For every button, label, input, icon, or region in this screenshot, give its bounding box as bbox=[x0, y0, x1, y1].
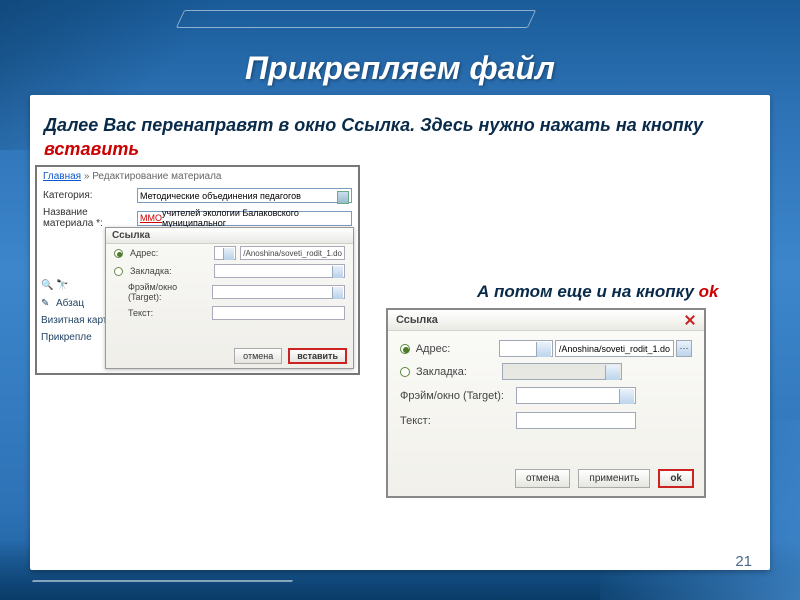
address-protocol-select[interactable] bbox=[214, 246, 236, 260]
instruction2-highlight: ok bbox=[699, 282, 719, 301]
breadcrumb-tail: Редактирование материала bbox=[92, 171, 221, 182]
material-name-tail: учителей экологии Балаковского муниципал… bbox=[162, 208, 349, 228]
paragraph-tool[interactable]: ✎ Абзац bbox=[41, 297, 107, 309]
binoculars-icon: 🔭 bbox=[56, 279, 68, 291]
address-row-large: Адрес: /Anoshina/soveti_rodit_1.do ⋯ bbox=[400, 337, 692, 360]
attach-label: Прикрепле bbox=[41, 332, 107, 343]
chevron-down-icon bbox=[540, 347, 548, 352]
chevron-down-icon bbox=[335, 291, 341, 295]
text-label-large: Текст: bbox=[400, 415, 510, 427]
chevron-down-icon bbox=[226, 252, 232, 256]
address-label: Адрес: bbox=[130, 248, 210, 258]
breadcrumb-home-link[interactable]: Главная bbox=[43, 171, 81, 182]
apply-button[interactable]: применить bbox=[578, 469, 650, 488]
bg-accent-top-bar bbox=[180, 0, 800, 40]
instruction-prefix: Далее Вас перенаправят в окно Ссылка. Зд… bbox=[44, 115, 703, 135]
material-name-mmo: ММО bbox=[140, 213, 162, 223]
zoom-tools[interactable]: 🔍 🔭 bbox=[41, 279, 107, 291]
chevron-down-icon bbox=[335, 270, 341, 274]
bookmark-row-large: Закладка: bbox=[400, 360, 692, 383]
instruction-2-text: А потом еще и на кнопку ok bbox=[477, 282, 767, 302]
editor-side-icons: 🔍 🔭 ✎ Абзац Визитная карт Прикрепле bbox=[41, 279, 107, 343]
insert-button[interactable]: вставить bbox=[288, 348, 347, 364]
material-name-input[interactable]: ММО учителей экологии Балаковского муниц… bbox=[137, 211, 352, 226]
address-label-large: Адрес: bbox=[416, 343, 493, 355]
address-path-input[interactable]: /Anoshina/soveti_rodit_1.do bbox=[240, 246, 345, 260]
target-row: Фрэйм/окно (Target): bbox=[106, 280, 353, 304]
chevron-down-icon bbox=[341, 194, 347, 198]
category-value: Методические объединения педагогов bbox=[140, 191, 301, 201]
paragraph-icon: ✎ bbox=[41, 297, 53, 309]
page-number: 21 bbox=[735, 553, 752, 570]
bookmark-label-large: Закладка: bbox=[416, 366, 496, 378]
target-select[interactable] bbox=[212, 285, 345, 299]
editor-page-screenshot: Главная » Редактирование материала Катег… bbox=[35, 165, 360, 375]
slide-content-panel: Далее Вас перенаправят в окно Ссылка. Зд… bbox=[30, 95, 770, 570]
breadcrumb-sep: » bbox=[84, 171, 92, 182]
instruction2-prefix: А потом еще и на кнопку bbox=[477, 282, 699, 301]
category-row: Категория: Методические объединения педа… bbox=[37, 186, 358, 205]
cancel-button-large[interactable]: отмена bbox=[515, 469, 570, 488]
ok-button[interactable]: ok bbox=[658, 469, 694, 488]
link-dialog-small: Ссылка Адрес: /Anoshina/soveti_rodit_1.d… bbox=[105, 227, 354, 369]
instruction-highlight: вставить bbox=[44, 139, 139, 159]
address-radio-large[interactable] bbox=[400, 344, 410, 354]
link-dialog-large: Ссылка Адрес: /Anoshina/soveti_rodit_1.d… bbox=[386, 308, 706, 498]
link-dialog-small-buttons: отмена вставить bbox=[234, 348, 347, 364]
material-name-label: Название материала *: bbox=[43, 207, 133, 229]
breadcrumb: Главная » Редактирование материала bbox=[37, 167, 358, 186]
link-dialog-title: Ссылка bbox=[106, 228, 353, 244]
text-row: Текст: bbox=[106, 304, 353, 322]
paragraph-label: Абзац bbox=[56, 298, 84, 309]
text-input[interactable] bbox=[212, 306, 345, 320]
target-select-large[interactable] bbox=[516, 387, 636, 404]
bookmark-radio-large[interactable] bbox=[400, 367, 410, 377]
target-label-large: Фрэйм/окно (Target): bbox=[400, 390, 510, 402]
close-icon[interactable] bbox=[684, 314, 696, 326]
bookmark-select[interactable] bbox=[214, 264, 345, 278]
slide-title: Прикрепляем файл bbox=[0, 50, 800, 87]
target-label: Фрэйм/окно (Target): bbox=[128, 282, 208, 302]
link-dialog-large-buttons: отмена применить ok bbox=[515, 469, 694, 488]
address-path-input-large[interactable]: /Anoshina/soveti_rodit_1.do bbox=[555, 340, 674, 357]
text-row-large: Текст: bbox=[388, 408, 704, 433]
bookmark-row: Закладка: bbox=[106, 262, 353, 280]
card-label: Визитная карт bbox=[41, 315, 107, 326]
browse-button[interactable]: ⋯ bbox=[676, 340, 692, 357]
link-dialog-large-header: Ссылка bbox=[388, 310, 704, 331]
chevron-down-icon bbox=[609, 370, 617, 375]
address-protocol-select-large[interactable] bbox=[499, 340, 553, 357]
address-row: Адрес: /Anoshina/soveti_rodit_1.do bbox=[106, 244, 353, 262]
address-radio[interactable] bbox=[114, 249, 123, 258]
instruction-text: Далее Вас перенаправят в окно Ссылка. Зд… bbox=[44, 113, 756, 162]
bookmark-label: Закладка: bbox=[130, 266, 210, 276]
bookmark-select-large[interactable] bbox=[502, 363, 622, 380]
category-select[interactable]: Методические объединения педагогов bbox=[137, 188, 352, 203]
cancel-button[interactable]: отмена bbox=[234, 348, 282, 364]
text-label: Текст: bbox=[128, 308, 208, 318]
link-dialog-large-title: Ссылка bbox=[396, 314, 438, 326]
text-input-large[interactable] bbox=[516, 412, 636, 429]
bookmark-radio[interactable] bbox=[114, 267, 123, 276]
magnifier-icon: 🔍 bbox=[41, 279, 53, 291]
target-row-large: Фрэйм/окно (Target): bbox=[388, 383, 704, 408]
chevron-down-icon bbox=[623, 394, 631, 399]
category-label: Категория: bbox=[43, 190, 133, 201]
